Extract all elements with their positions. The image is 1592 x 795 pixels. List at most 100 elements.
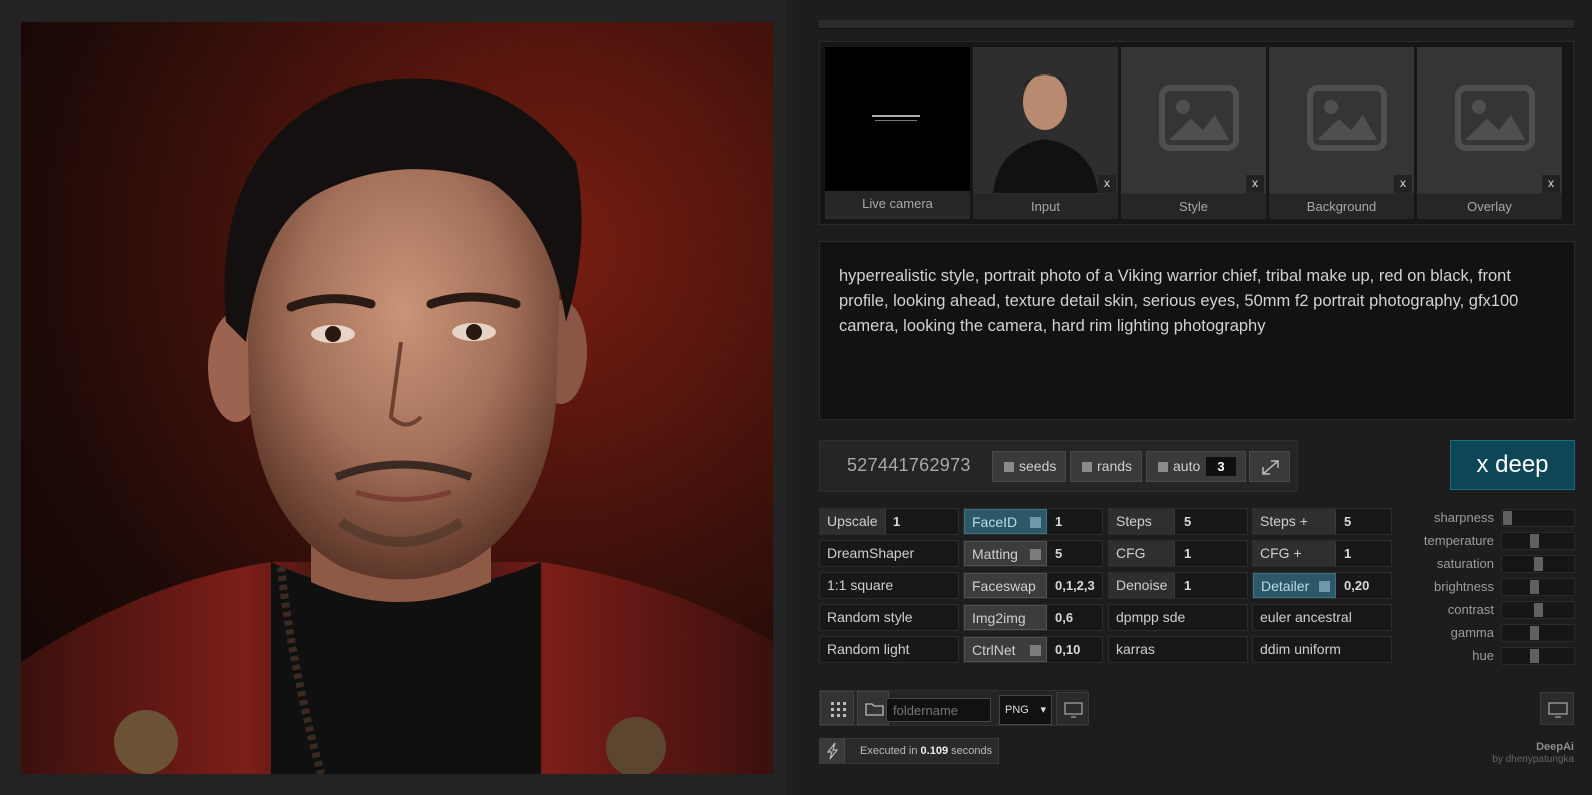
denoise-value[interactable]: 1 [1184,573,1191,598]
hue-slider[interactable] [1501,647,1575,665]
prompt-textarea[interactable]: hyperrealistic style, portrait photo of … [819,241,1575,420]
slider-knob[interactable] [1503,511,1513,525]
sampler-select[interactable]: dpmpp sde [1108,604,1248,631]
cfg-plus-label: CFG + [1253,541,1336,566]
slider-knob[interactable] [1530,649,1540,663]
light-label: Random light [827,641,910,657]
live-camera-preview [825,47,970,193]
slot-caption: Style [1121,194,1266,219]
rands-toggle[interactable]: rands [1070,451,1142,482]
slider-knob[interactable] [1530,626,1540,640]
format-select[interactable]: PNG ▾ [999,695,1052,725]
status-suffix: seconds [951,745,993,757]
display-button[interactable] [1056,692,1089,725]
upscale-label: Upscale [820,509,886,534]
grid-icon [831,702,846,717]
remove-style-button[interactable]: x [1246,175,1264,193]
slider-knob[interactable] [1530,580,1540,594]
seeds-label: seeds [1019,458,1057,474]
cfg-plus-value[interactable]: 1 [1344,541,1351,566]
fullscreen-display-button[interactable] [1540,692,1574,725]
slot-overlay[interactable]: x Overlay [1417,47,1562,219]
upscale-setting[interactable]: Upscale 1 [819,508,959,535]
faceswap-setting[interactable]: Faceswap 0,1,2,3 [963,572,1103,599]
gamma-slider[interactable] [1501,624,1575,642]
contrast-slider[interactable] [1501,601,1575,619]
style-placeholder [1121,47,1266,193]
cfg-value[interactable]: 1 [1184,541,1191,566]
faceid-value[interactable]: 1 [1055,509,1062,534]
steps-setting[interactable]: Steps 5 [1108,508,1248,535]
cfg-plus-setting[interactable]: CFG + 1 [1252,540,1392,567]
img2img-toggle[interactable]: Img2img [964,605,1047,630]
style-label: Random style [827,609,913,625]
camera-text-line [872,115,920,117]
generated-portrait-image [21,22,773,774]
slider-knob[interactable] [1530,534,1540,548]
execution-time: 0.109 [920,745,949,757]
ctrlnet-setting[interactable]: CtrlNet 0,10 [963,636,1103,663]
status-prefix: Executed in [860,745,918,757]
model-select[interactable]: DreamShaper [819,540,959,567]
seeds-toggle[interactable]: seeds [992,451,1066,482]
saturation-slider[interactable] [1501,555,1575,573]
light-select[interactable]: Random light [819,636,959,663]
temperature-slider[interactable] [1501,532,1575,550]
steps-plus-value[interactable]: 5 [1344,509,1351,534]
auto-toggle[interactable]: auto 3 [1146,451,1246,482]
expand-button[interactable] [1249,451,1290,482]
slot-live-camera[interactable]: Live camera [825,47,970,219]
rands-label: rands [1097,458,1133,474]
img2img-setting[interactable]: Img2img 0,6 [963,604,1103,631]
brightness-slider[interactable] [1501,578,1575,596]
slot-style[interactable]: x Style [1121,47,1266,219]
faceswap-value[interactable]: 0,1,2,3 [1055,573,1095,598]
slider-label: saturation [1436,556,1494,571]
faceid-setting[interactable]: FaceID 1 [963,508,1103,535]
matting-setting[interactable]: Matting 5 [963,540,1103,567]
detailer-setting[interactable]: Detailer 0,20 [1252,572,1392,599]
slot-input[interactable]: x Input [973,47,1118,219]
steps-value[interactable]: 5 [1184,509,1191,534]
sharpness-slider[interactable] [1501,509,1575,527]
steps-label: Steps [1109,509,1175,534]
scheduler-select[interactable]: karras [1108,636,1248,663]
status-text: Executed in 0.109 seconds [860,745,992,757]
generate-button[interactable]: x deep [1450,440,1575,490]
remove-overlay-button[interactable]: x [1542,175,1560,193]
aspect-select[interactable]: 1:1 square [819,572,959,599]
ctrlnet-value[interactable]: 0,10 [1055,637,1080,662]
image-placeholder-icon [1455,85,1535,151]
cfg-setting[interactable]: CFG 1 [1108,540,1248,567]
scheduler-label: karras [1116,641,1155,657]
folder-name-input[interactable] [886,698,991,722]
matting-value[interactable]: 5 [1055,541,1062,566]
folder-button[interactable] [857,691,889,725]
checkbox-icon [1030,645,1041,656]
checkbox-icon [1158,462,1168,472]
upscale-value[interactable]: 1 [893,509,900,534]
style-select[interactable]: Random style [819,604,959,631]
overlay-placeholder [1417,47,1562,193]
seed-value[interactable]: 527441762973 [847,455,971,476]
remove-input-button[interactable]: x [1098,175,1116,193]
image-placeholder-icon [1307,85,1387,151]
slider-knob[interactable] [1533,603,1543,617]
slot-background[interactable]: x Background [1269,47,1414,219]
faceswap-toggle[interactable]: Faceswap [964,573,1047,598]
run-button[interactable] [820,739,845,763]
denoise-setting[interactable]: Denoise 1 [1108,572,1248,599]
scheduler-plus-select[interactable]: ddim uniform [1252,636,1392,663]
monitor-icon [1064,702,1083,718]
grid-button[interactable] [820,691,854,725]
steps-plus-setting[interactable]: Steps + 5 [1252,508,1392,535]
detailer-value[interactable]: 0,20 [1344,573,1369,598]
execution-status: Executed in 0.109 seconds [819,738,999,764]
auto-count[interactable]: 3 [1206,457,1236,476]
slider-knob[interactable] [1533,557,1543,571]
img2img-value[interactable]: 0,6 [1055,605,1073,630]
remove-background-button[interactable]: x [1394,175,1412,193]
slot-caption: Input [973,194,1118,219]
sampler-plus-select[interactable]: euler ancestral [1252,604,1392,631]
slot-caption: Live camera [825,191,970,216]
